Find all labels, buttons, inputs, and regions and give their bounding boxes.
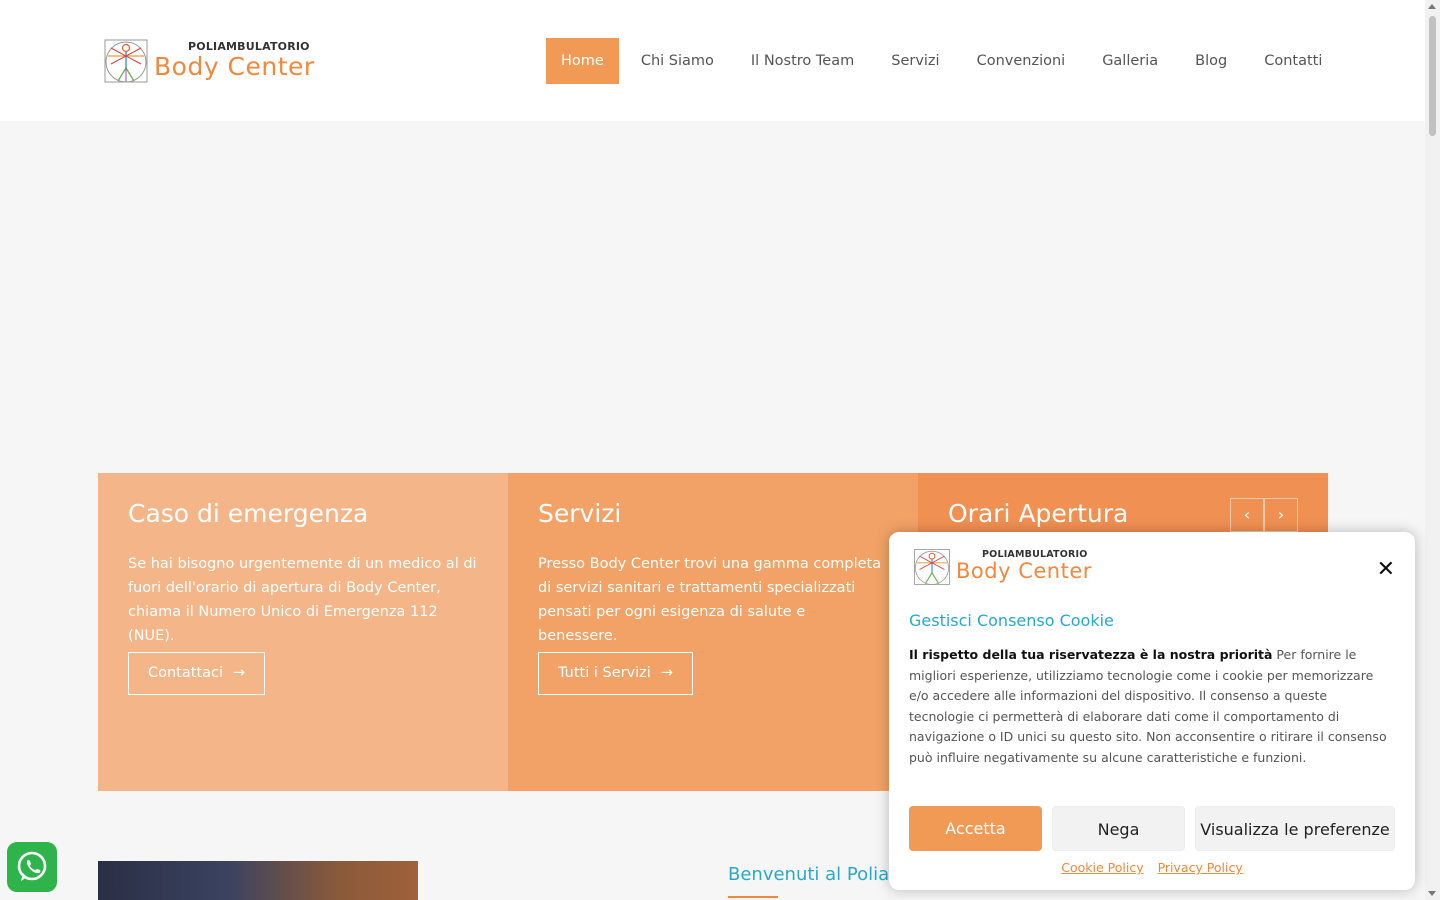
hours-carousel-controls: ‹ › [1230,498,1298,532]
cookie-message-body: Per fornire le migliori esperienze, util… [909,647,1387,765]
chevron-right-icon[interactable]: › [1264,498,1298,532]
tutti-servizi-label: Tutti i Servizi [558,665,651,681]
scroll-up-arrow-icon[interactable] [1428,4,1436,9]
cookie-actions: Accetta Nega Visualizza le preferenze [909,806,1395,851]
cookie-policy-links: Cookie Policy Privacy Policy [889,860,1415,875]
services-title: Servizi [538,499,622,528]
arrow-right-icon: → [233,665,246,681]
welcome-underline [728,896,778,898]
cookie-title: Gestisci Consenso Cookie [909,611,1114,630]
nav-blog[interactable]: Blog [1180,38,1242,84]
nav-il-nostro-team[interactable]: Il Nostro Team [736,38,869,84]
whatsapp-button[interactable] [7,842,57,892]
vitruvian-man-icon [104,39,148,83]
scroll-thumb[interactable] [1429,16,1436,136]
emergency-title: Caso di emergenza [128,499,369,528]
nav-servizi[interactable]: Servizi [876,38,954,84]
nav-convenzioni[interactable]: Convenzioni [962,38,1081,84]
main-nav: Home Chi Siamo Il Nostro Team Servizi Co… [546,38,1344,84]
accept-button[interactable]: Accetta [909,806,1042,851]
cookie-policy-link[interactable]: Cookie Policy [1061,860,1143,875]
nav-chi-siamo[interactable]: Chi Siamo [626,38,729,84]
arrow-right-icon: → [660,665,673,681]
privacy-policy-link[interactable]: Privacy Policy [1158,860,1243,875]
cookie-message: Il rispetto della tua riservatezza è la … [909,645,1395,768]
nav-galleria[interactable]: Galleria [1087,38,1173,84]
welcome-image [98,861,418,900]
cookie-message-lead: Il rispetto della tua riservatezza è la … [909,647,1273,662]
vitruvian-man-icon [914,549,950,585]
scroll-down-arrow-icon[interactable] [1428,891,1436,896]
view-preferences-button[interactable]: Visualizza le preferenze [1195,806,1395,851]
nav-home[interactable]: Home [546,38,619,84]
contattaci-button[interactable]: Contattaci → [128,652,266,695]
services-text: Presso Body Center trovi una gamma compl… [538,556,882,644]
cookie-logo: POLIAMBULATORIO Body Center [912,546,1112,588]
site-header: POLIAMBULATORIO Body Center Home Chi Sia… [0,0,1425,121]
page-scrollbar[interactable] [1425,0,1440,900]
site-logo[interactable]: POLIAMBULATORIO Body Center [102,36,338,86]
logo-title: Body Center [956,559,1092,583]
close-icon[interactable]: ✕ [1377,557,1395,582]
chevron-left-icon[interactable]: ‹ [1230,498,1264,532]
whatsapp-icon [17,851,47,881]
services-box: Servizi Presso Body Center trovi una gam… [508,473,918,791]
emergency-text: Se hai bisogno urgentemente di un medico… [128,556,477,644]
logo-title: Body Center [154,52,315,81]
contattaci-label: Contattaci [148,665,224,681]
cookie-consent-dialog: POLIAMBULATORIO Body Center ✕ Gestisci C… [889,532,1415,890]
tutti-servizi-button[interactable]: Tutti i Servizi → [538,652,693,695]
nav-contatti[interactable]: Contatti [1249,38,1337,84]
deny-button[interactable]: Nega [1052,806,1185,851]
emergency-box: Caso di emergenza Se hai bisogno urgente… [98,473,508,791]
